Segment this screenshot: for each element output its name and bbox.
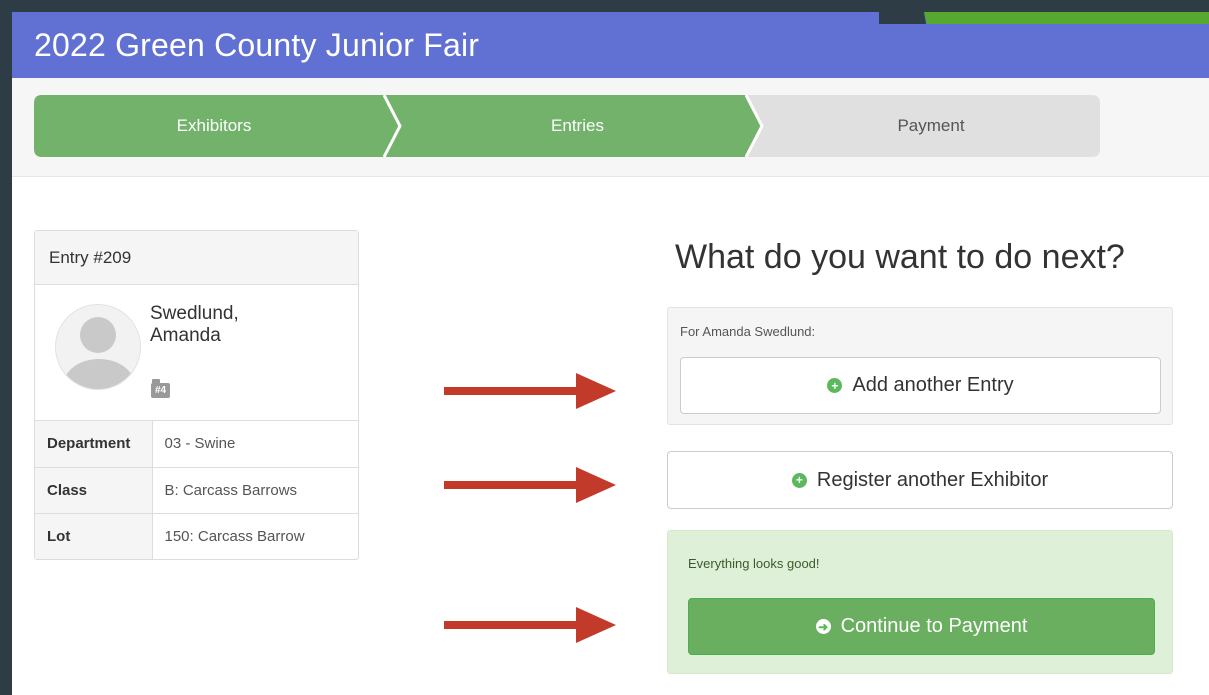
avatar-head: [80, 317, 116, 353]
row-key-lot: Lot: [35, 512, 153, 559]
arrow-circle-right-icon: ➜: [815, 619, 831, 634]
continue-label: Continue to Payment: [840, 615, 1028, 637]
corner-decoration: [879, 12, 1209, 24]
for-exhibitor-label: For Amanda Swedlund:: [680, 324, 816, 339]
avatar-shoulders: [64, 359, 134, 389]
arrow-annotation-add-entry: [444, 373, 616, 409]
avatar: [55, 304, 141, 390]
status-panel: Everything looks good! ➜ Continue to Pay…: [667, 530, 1173, 674]
exhibitor-summary: Swedlund, Amanda #4: [35, 285, 358, 421]
row-key-class: Class: [35, 466, 153, 513]
arrow-annotation-continue: [444, 607, 616, 643]
entry-title: Entry #209: [35, 231, 358, 285]
status-text: Everything looks good!: [688, 556, 820, 571]
continue-to-payment-button[interactable]: ➜ Continue to Payment: [688, 598, 1155, 655]
app-frame: 2022 Green County Junior Fair Exhibitors…: [12, 12, 1209, 695]
add-entry-panel: For Amanda Swedlund: + Add another Entry: [667, 307, 1173, 425]
row-key-department: Department: [35, 421, 153, 467]
entry-details-table: Department 03 - Swine Class B: Carcass B…: [35, 421, 358, 559]
row-value-lot: 150: Carcass Barrow: [152, 512, 358, 559]
exhibitor-number-badge: #4: [151, 379, 171, 398]
add-entry-button[interactable]: + Add another Entry: [680, 357, 1161, 414]
table-row: Class B: Carcass Barrows: [35, 466, 358, 513]
add-entry-label: Add another Entry: [852, 374, 1014, 396]
plus-circle-icon: +: [827, 378, 843, 393]
table-row: Department 03 - Swine: [35, 421, 358, 467]
step-payment[interactable]: Payment: [762, 95, 1100, 157]
plus-circle-icon: +: [791, 472, 807, 488]
row-value-class: B: Carcass Barrows: [152, 466, 358, 513]
row-value-department: 03 - Swine: [164, 435, 236, 453]
entry-card: Entry #209 Swedlund, Amanda #4 Departmen…: [34, 230, 359, 560]
table-row: Lot 150: Carcass Barrow: [35, 512, 358, 559]
progress-steps: Exhibitors Entries Payment: [34, 95, 1100, 157]
register-exhibitor-button[interactable]: + Register another Exhibitor: [667, 451, 1173, 509]
next-heading: What do you want to do next?: [675, 238, 1125, 276]
progress-band: Exhibitors Entries Payment: [12, 78, 1209, 177]
step-exhibitors[interactable]: Exhibitors: [34, 95, 394, 157]
step-entries[interactable]: Entries: [400, 95, 755, 157]
arrow-annotation-register: [444, 467, 616, 503]
register-exhibitor-label: Register another Exhibitor: [816, 468, 1049, 491]
exhibitor-name: Swedlund, Amanda: [150, 303, 239, 346]
app-title: 2022 Green County Junior Fair: [34, 26, 480, 63]
